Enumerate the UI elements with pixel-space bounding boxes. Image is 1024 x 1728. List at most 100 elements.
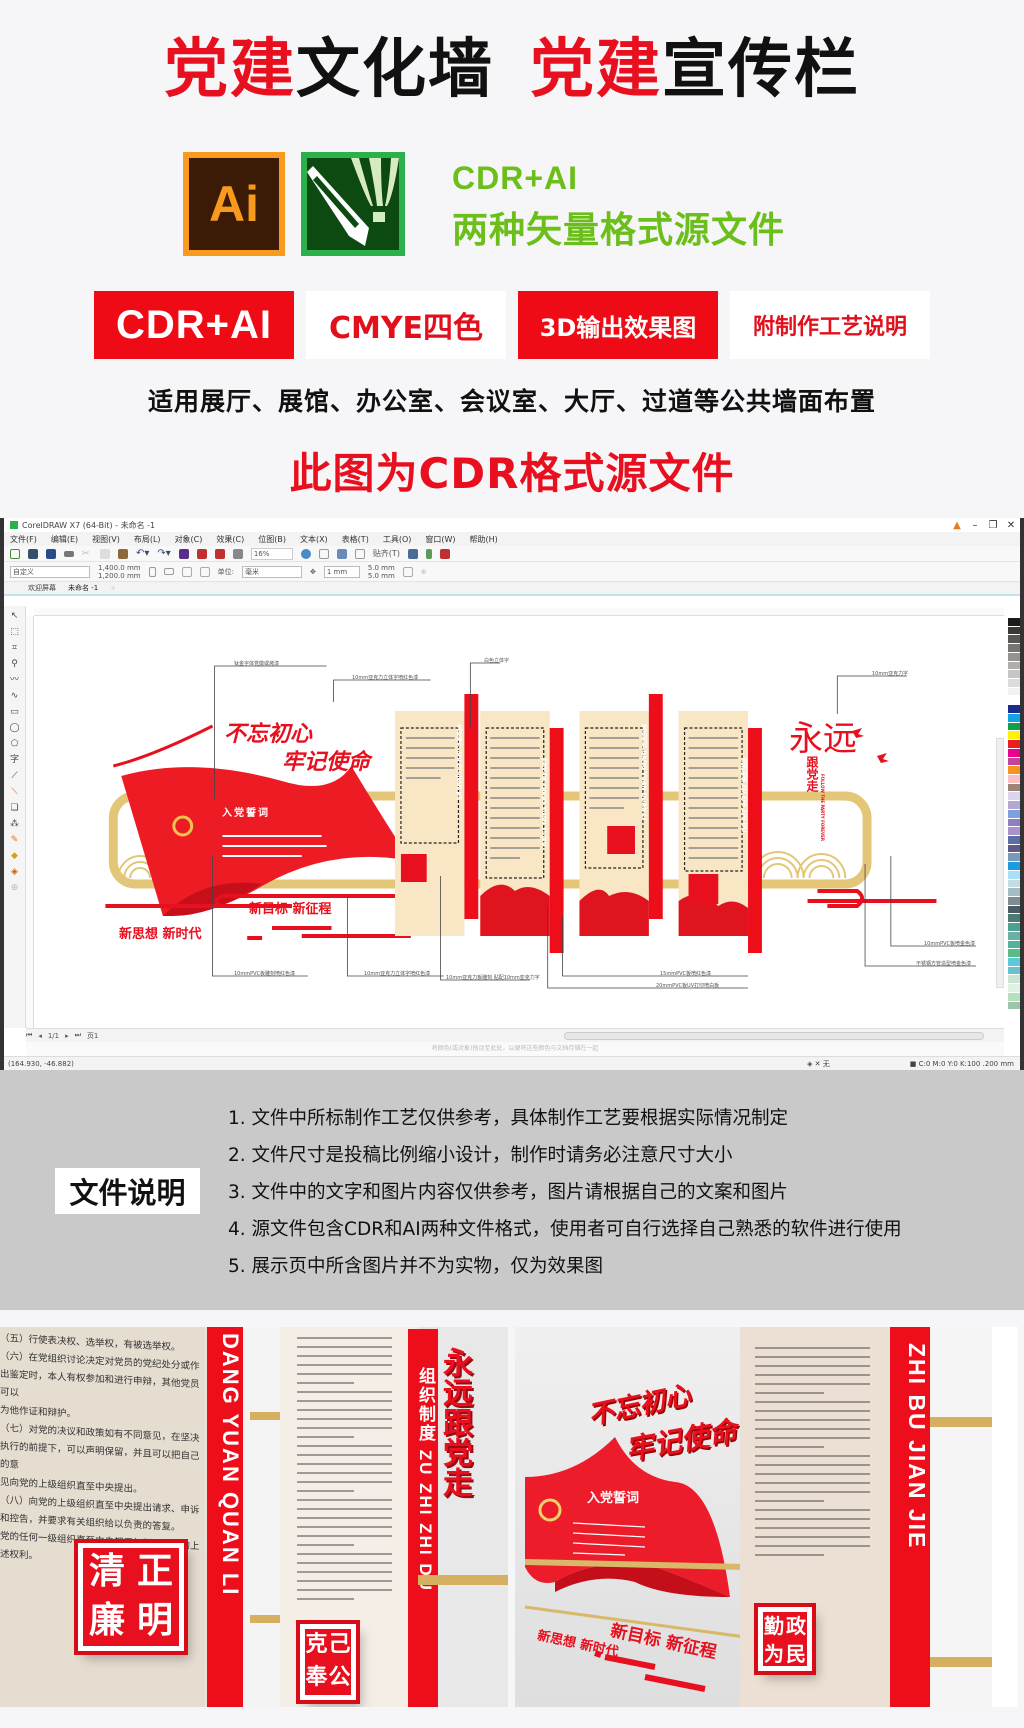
palette-swatch[interactable] xyxy=(1008,1001,1020,1011)
tab-welcome[interactable]: 欢迎屏幕 xyxy=(28,583,56,593)
palette-swatch[interactable] xyxy=(1008,879,1020,889)
palette-swatch[interactable] xyxy=(1008,670,1020,680)
color-styles-icon[interactable] xyxy=(439,548,450,559)
ellipse-tool-icon[interactable]: ◯ xyxy=(9,722,21,734)
palette-swatch[interactable] xyxy=(1008,818,1020,828)
palette-swatch[interactable] xyxy=(1008,687,1020,697)
print-icon[interactable] xyxy=(64,550,74,557)
palette-swatch[interactable] xyxy=(1008,992,1020,1002)
palette-swatch[interactable] xyxy=(1008,757,1020,767)
snap-to-dropdown[interactable]: 贴齐(T) xyxy=(373,548,400,559)
menu-edit[interactable]: 编辑(E) xyxy=(51,534,78,545)
palette-swatch[interactable] xyxy=(1008,862,1020,871)
restore-button[interactable]: ❐ xyxy=(984,520,1002,531)
shape-tool-icon[interactable]: ⬚ xyxy=(9,626,21,638)
cut-icon[interactable]: ✂ xyxy=(82,549,92,559)
pick-tool-icon[interactable]: ↖ xyxy=(9,610,21,622)
account-icon[interactable]: ▲ xyxy=(948,520,966,531)
close-button[interactable]: ✕ xyxy=(1002,520,1020,531)
palette-swatch[interactable] xyxy=(1008,748,1020,758)
open-icon[interactable] xyxy=(28,548,38,559)
transparency-tool-icon[interactable]: ⁂ xyxy=(9,818,21,830)
menu-window[interactable]: 窗口(W) xyxy=(425,534,455,545)
palette-swatch[interactable] xyxy=(1008,644,1020,653)
palette-swatch[interactable] xyxy=(1008,958,1020,967)
show-rulers-icon[interactable] xyxy=(318,548,329,559)
show-grid-icon[interactable] xyxy=(336,548,347,559)
prev-page-button[interactable]: ◂ xyxy=(38,1032,42,1040)
palette-swatch[interactable] xyxy=(1008,696,1020,706)
palette-swatch[interactable] xyxy=(1008,923,1020,932)
menu-tools[interactable]: 工具(O) xyxy=(383,534,412,545)
interactive-fill-icon[interactable]: ◆ xyxy=(9,850,21,862)
first-page-button[interactable]: ⏮ xyxy=(26,1031,32,1040)
add-tool-icon[interactable]: ⊕ xyxy=(9,882,21,894)
menu-text[interactable]: 文本(X) xyxy=(300,534,328,545)
redo-icon[interactable]: ↷▾ xyxy=(157,548,170,559)
tab-untitled-1[interactable]: 未命名 -1 xyxy=(68,583,98,593)
text-tool-icon[interactable]: 字 xyxy=(9,754,21,766)
palette-swatch[interactable] xyxy=(1008,774,1020,784)
minimize-button[interactable]: – xyxy=(966,520,984,531)
duplicate-x-field[interactable]: 5.0 mm xyxy=(368,564,395,572)
palette-swatch[interactable] xyxy=(1008,635,1020,645)
palette-swatch[interactable] xyxy=(1008,731,1020,741)
options-icon[interactable] xyxy=(407,548,418,559)
menu-view[interactable]: 视图(V) xyxy=(92,534,120,545)
drop-shadow-tool-icon[interactable]: ❑ xyxy=(9,802,21,814)
drawing-canvas[interactable]: 不忘初心 牢记使命 入党誓词 新目标 新征程 新思想 新时代 支部简介 ZHI … xyxy=(34,616,992,1028)
palette-swatch[interactable] xyxy=(1008,722,1020,732)
palette-swatch[interactable] xyxy=(1008,940,1020,950)
save-icon[interactable] xyxy=(46,548,56,559)
nudge-distance-field[interactable]: 1 mm xyxy=(323,565,360,578)
palette-swatch[interactable] xyxy=(1008,853,1020,863)
menu-effects[interactable]: 效果(C) xyxy=(216,534,244,545)
export-icon[interactable] xyxy=(214,548,225,559)
artistic-media-icon[interactable]: ∿ xyxy=(9,690,21,702)
current-page-icon[interactable] xyxy=(199,566,210,577)
copy-icon[interactable] xyxy=(100,548,110,559)
menu-layout[interactable]: 布局(L) xyxy=(134,534,161,545)
next-page-button[interactable]: ▸ xyxy=(65,1032,69,1040)
palette-swatch[interactable] xyxy=(1008,801,1020,810)
full-screen-icon[interactable] xyxy=(300,548,311,559)
application-launcher-icon[interactable] xyxy=(425,548,432,559)
palette-swatch[interactable] xyxy=(1008,827,1020,836)
palette-swatch[interactable] xyxy=(1008,984,1020,993)
palette-swatch[interactable] xyxy=(1008,905,1020,915)
crop-tool-icon[interactable]: ⌗ xyxy=(9,642,21,654)
all-pages-icon[interactable] xyxy=(181,566,192,577)
horizontal-scrollbar[interactable] xyxy=(564,1031,984,1040)
new-document-icon[interactable] xyxy=(10,548,20,559)
dimension-tool-icon[interactable]: ⟋ xyxy=(9,770,21,782)
menu-help[interactable]: 帮助(H) xyxy=(470,534,498,545)
palette-swatch[interactable] xyxy=(1008,931,1020,941)
palette-swatch[interactable] xyxy=(1008,835,1020,845)
palette-swatch[interactable] xyxy=(1008,888,1020,897)
polygon-tool-icon[interactable]: ⬠ xyxy=(9,738,21,750)
palette-swatch[interactable] xyxy=(1008,661,1020,671)
last-page-button[interactable]: ⏭ xyxy=(75,1031,81,1040)
palette-swatch[interactable] xyxy=(1008,975,1020,985)
quick-customize-icon[interactable] xyxy=(402,566,413,577)
smart-fill-icon[interactable]: ◈ xyxy=(9,866,21,878)
palette-swatch[interactable] xyxy=(1008,792,1020,802)
palette-swatch[interactable] xyxy=(1008,652,1020,662)
palette-swatch[interactable] xyxy=(1008,844,1020,854)
units-select[interactable]: 毫米 xyxy=(241,565,302,578)
landscape-icon[interactable] xyxy=(163,568,174,575)
freehand-tool-icon[interactable]: 〰 xyxy=(9,674,21,686)
add-icon[interactable]: ⊕ xyxy=(421,568,427,576)
palette-swatch[interactable] xyxy=(1008,949,1020,959)
page-tab[interactable]: 页1 xyxy=(87,1031,98,1041)
eyedropper-tool-icon[interactable]: ✎ xyxy=(9,834,21,846)
connector-tool-icon[interactable]: ⟍ xyxy=(9,786,21,798)
publish-pdf-icon[interactable] xyxy=(232,548,243,559)
import-icon[interactable] xyxy=(196,548,207,559)
search-content-icon[interactable] xyxy=(178,548,189,559)
palette-swatch[interactable] xyxy=(1008,966,1020,976)
palette-swatch[interactable] xyxy=(1008,740,1020,749)
undo-icon[interactable]: ↶▾ xyxy=(136,548,149,559)
palette-swatch[interactable] xyxy=(1008,766,1020,775)
palette-swatch[interactable] xyxy=(1008,914,1020,924)
